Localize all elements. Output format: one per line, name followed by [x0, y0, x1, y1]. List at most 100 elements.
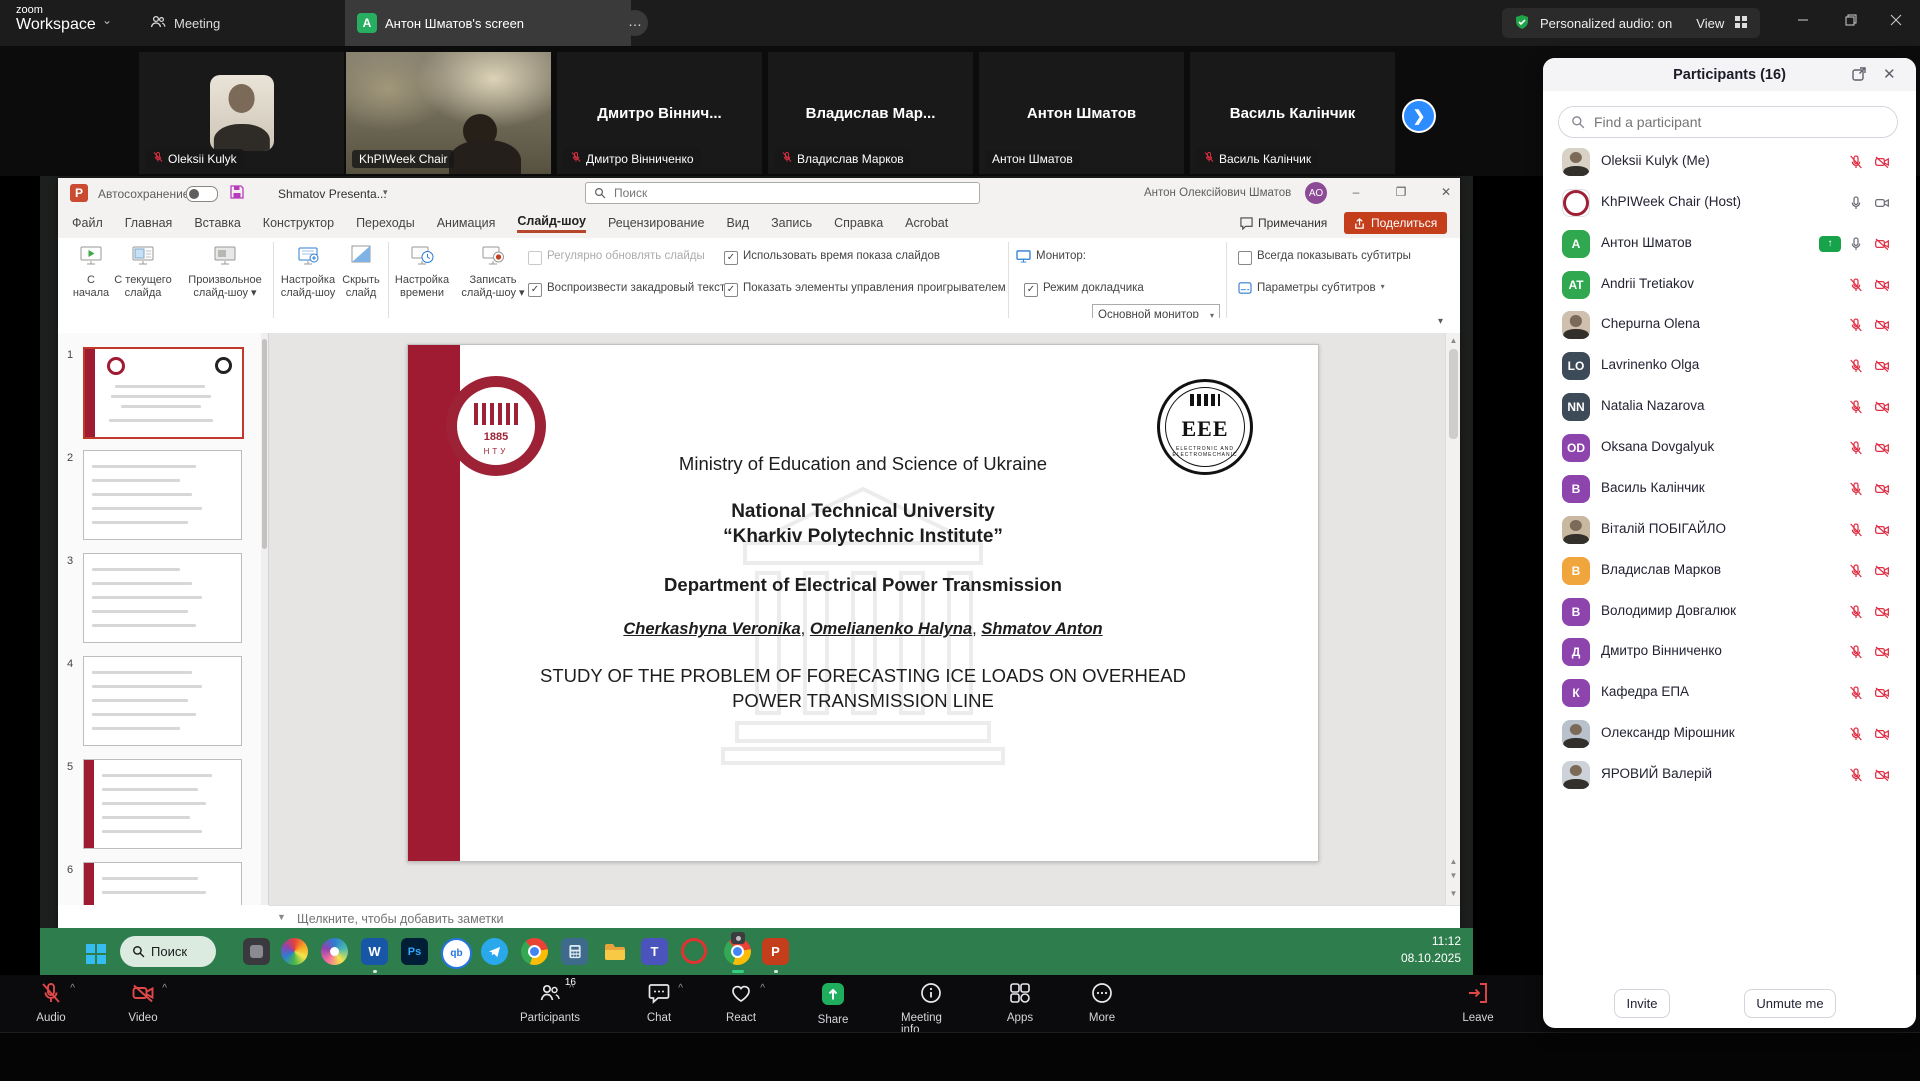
tab-meeting[interactable]: Meeting: [138, 0, 232, 46]
unmute-me-button[interactable]: Unmute me: [1744, 989, 1836, 1018]
mic-icon[interactable]: [1848, 236, 1864, 257]
toolbar-info-button[interactable]: Meeting info: [901, 981, 961, 1036]
popout-panel-icon[interactable]: [1851, 66, 1867, 87]
participant-search-box[interactable]: [1558, 106, 1898, 138]
participant-row[interactable]: LOLavrinenko Olga: [1543, 346, 1916, 386]
autosave-toggle[interactable]: [186, 186, 218, 202]
slide-thumbnail-4[interactable]: [83, 656, 242, 746]
slide-canvas[interactable]: 1885 НТУ EEE ELECTRONIC AND ELECTROMECHA…: [407, 344, 1319, 862]
chevron-down-icon[interactable]: ▾: [383, 187, 388, 198]
ribbon-checkbox[interactable]: ✓Показать элементы управления проигрыват…: [724, 282, 1006, 296]
muted-mic-icon[interactable]: [1848, 317, 1864, 338]
ppt-tab-Вид[interactable]: Вид: [726, 216, 749, 230]
participant-row[interactable]: AАнтон Шматов↑: [1543, 224, 1916, 264]
participant-row[interactable]: ODOksana Dovgalyuk: [1543, 428, 1916, 468]
toolbar-participants-button[interactable]: 16^Participants: [520, 981, 580, 1024]
next-slide-icon[interactable]: ▼: [1446, 871, 1460, 880]
slide-thumbnail-3[interactable]: [83, 553, 242, 643]
participant-row[interactable]: Віталій ПОБІГАЙЛО: [1543, 510, 1916, 550]
ppt-tab-Вставка[interactable]: Вставка: [194, 216, 240, 230]
video-off-icon[interactable]: [1874, 522, 1890, 543]
checkbox-icon[interactable]: ✓: [1024, 283, 1038, 297]
participant-row[interactable]: Chepurna Olena: [1543, 305, 1916, 345]
muted-mic-icon[interactable]: [1848, 522, 1864, 543]
caret-up-icon[interactable]: ^: [760, 983, 765, 994]
video-off-icon[interactable]: [1874, 154, 1890, 175]
previous-slide-icon[interactable]: ▲: [1446, 857, 1460, 866]
muted-mic-icon[interactable]: [1848, 154, 1864, 175]
subtitle-settings-dropdown[interactable]: Параметры субтитров▾: [1238, 282, 1385, 294]
ribbon-checkbox[interactable]: ✓Воспроизвести закадровый текст: [528, 282, 725, 296]
paint-taskbar-icon[interactable]: [281, 938, 308, 965]
toolbar-chat-button[interactable]: ^Chat: [629, 981, 689, 1024]
invite-button[interactable]: Invite: [1614, 989, 1670, 1018]
qb-taskbar-icon[interactable]: qb: [441, 938, 472, 969]
ppt-search-box[interactable]: [585, 182, 980, 204]
muted-mic-icon[interactable]: [1848, 644, 1864, 665]
toolbar-react-button[interactable]: ^React: [711, 981, 771, 1024]
ppt-tab-Слайд-шоу[interactable]: Слайд-шоу: [517, 214, 586, 233]
toolbar-share-button[interactable]: Share: [803, 981, 863, 1026]
close-icon[interactable]: [1886, 13, 1906, 33]
ribbon-checkbox[interactable]: Всегда показывать субтитры: [1238, 250, 1411, 264]
video-tile-4[interactable]: Владислав Мар...Владислав Марков: [768, 52, 973, 174]
photoshop-taskbar-icon[interactable]: Ps: [401, 938, 428, 965]
ribbon-button-current[interactable]: С текущего слайда: [110, 242, 176, 299]
windows-start-button[interactable]: [82, 940, 109, 967]
taskbar-clock[interactable]: 11:12 08.10.2025: [1401, 933, 1461, 968]
video-tile-1[interactable]: Oleksii Kulyk: [139, 52, 344, 174]
video-tile-5[interactable]: Антон ШматовАнтон Шматов: [979, 52, 1184, 174]
opera-taskbar-icon[interactable]: [681, 938, 707, 964]
toolbar-more-button[interactable]: More: [1072, 981, 1132, 1024]
video-off-icon[interactable]: [1874, 236, 1890, 257]
video-off-icon[interactable]: [1874, 277, 1890, 298]
dark-taskbar-icon[interactable]: [243, 938, 270, 965]
muted-mic-icon[interactable]: [1848, 685, 1864, 706]
ppt-minimize-button[interactable]: –: [1346, 185, 1366, 199]
taskbar-search[interactable]: Поиск: [120, 936, 216, 967]
collapse-ribbon-icon[interactable]: ▾: [1438, 316, 1443, 327]
participant-row[interactable]: Oleksii Kulyk (Me): [1543, 142, 1916, 182]
video-tile-3[interactable]: Дмитро Віннич...Дмитро Вінниченко: [557, 52, 762, 174]
save-icon[interactable]: [230, 185, 244, 202]
participant-row[interactable]: ДДмитро Вінниченко: [1543, 632, 1916, 672]
caret-up-icon[interactable]: ^: [70, 983, 75, 994]
video-tile-6[interactable]: Василь КалінчикВасиль Калінчик: [1190, 52, 1395, 174]
participant-row[interactable]: ККафедра ЕПА: [1543, 673, 1916, 713]
powerpoint-taskbar-icon[interactable]: P: [762, 938, 789, 965]
video-off-icon[interactable]: [1874, 685, 1890, 706]
participant-row[interactable]: NNNatalia Nazarova: [1543, 387, 1916, 427]
scroll-down-icon[interactable]: ▼: [1446, 889, 1460, 898]
chrome-cam-taskbar-icon[interactable]: [724, 938, 751, 965]
muted-mic-icon[interactable]: [1848, 604, 1864, 625]
muted-mic-icon[interactable]: [1848, 358, 1864, 379]
muted-mic-icon[interactable]: [1848, 277, 1864, 298]
participant-row[interactable]: ВВасиль Калінчик: [1543, 469, 1916, 509]
thumbnail-scrollbar[interactable]: [261, 333, 268, 905]
video-off-icon[interactable]: [1874, 358, 1890, 379]
share-presentation-button[interactable]: Поделиться: [1344, 212, 1447, 234]
video-off-icon[interactable]: [1874, 767, 1890, 788]
ribbon-checkbox[interactable]: ✓Использовать время показа слайдов: [724, 250, 940, 264]
ribbon-button-rehearse[interactable]: Настройка времени: [391, 242, 453, 299]
participant-row[interactable]: ЯРОВИЙ Валерій: [1543, 755, 1916, 795]
video-off-icon[interactable]: [1874, 644, 1890, 665]
checkbox-icon[interactable]: [1238, 251, 1252, 265]
caret-up-icon[interactable]: ^: [162, 983, 167, 994]
ribbon-button-custom[interactable]: Произвольное слайд-шоу ▾: [179, 242, 271, 299]
ribbon-button-setup[interactable]: Настройка слайд-шоу: [278, 242, 338, 299]
video-off-icon[interactable]: [1874, 726, 1890, 747]
ppt-tab-Переходы[interactable]: Переходы: [356, 216, 415, 230]
participant-row[interactable]: ВВолодимир Довгалюк: [1543, 592, 1916, 632]
muted-mic-icon[interactable]: [1848, 440, 1864, 461]
comments-button[interactable]: Примечания: [1240, 212, 1327, 234]
ppt-tab-Главная[interactable]: Главная: [125, 216, 173, 230]
participant-row[interactable]: ВВладислав Марков: [1543, 551, 1916, 591]
tab-more-button[interactable]: …: [622, 10, 648, 36]
scroll-up-icon[interactable]: ▲: [1446, 336, 1460, 345]
close-panel-icon[interactable]: ✕: [1883, 65, 1896, 83]
scrollbar-thumb[interactable]: [1449, 349, 1458, 439]
telegram-taskbar-icon[interactable]: [481, 938, 508, 965]
participant-search-input[interactable]: [1592, 113, 1866, 131]
caret-up-icon[interactable]: ^: [569, 983, 574, 994]
